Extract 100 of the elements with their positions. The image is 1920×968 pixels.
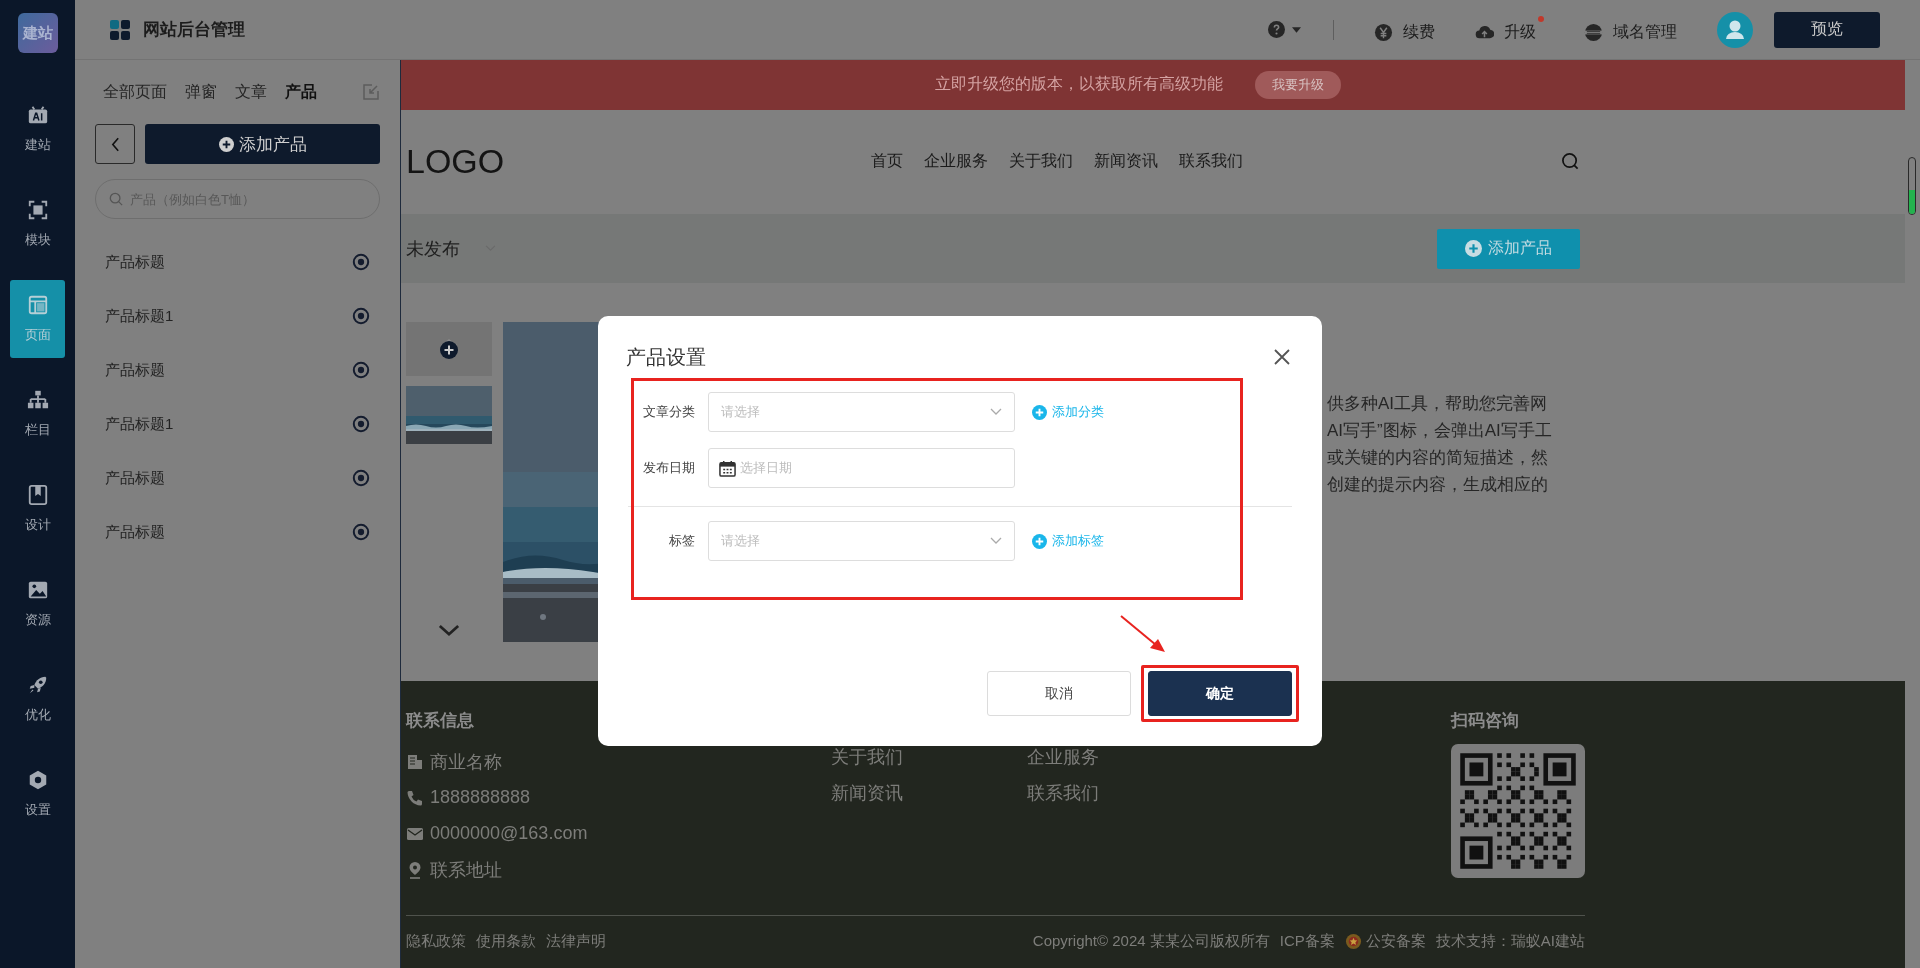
mail-icon — [406, 825, 424, 843]
description-text: 供多种AI工具，帮助您完善网 — [1327, 393, 1549, 416]
contact-text: 联系地址 — [430, 859, 502, 882]
app-logo: 建站 — [17, 13, 58, 53]
site-nav-link[interactable]: 联系我们 — [1179, 151, 1243, 173]
avatar-icon[interactable] — [1717, 11, 1753, 48]
target-icon[interactable] — [352, 523, 370, 541]
app-title: 网站后台管理 — [143, 19, 245, 41]
add-link[interactable]: 添加标签 — [1032, 532, 1104, 550]
caret-icon — [1292, 26, 1301, 33]
phone-icon — [406, 789, 424, 807]
sidebar-item[interactable]: 建站 — [10, 90, 65, 168]
police-badge-icon — [1344, 933, 1362, 951]
search-icon[interactable] — [1561, 152, 1580, 172]
tab[interactable]: 全部页面 — [103, 81, 167, 103]
upgrade-button[interactable]: 我要升级 — [1255, 70, 1341, 99]
contact-text: 商业名称 — [430, 751, 502, 774]
cancel-button[interactable]: 取消 — [987, 671, 1131, 716]
legal-link[interactable]: 使用条款 — [476, 932, 536, 952]
sidebar-item[interactable]: 页面 — [10, 280, 65, 358]
toolbar-link[interactable]: 域名管理 — [1584, 16, 1677, 43]
footer-link[interactable]: 新闻资讯 — [831, 781, 1027, 805]
footer-link[interactable]: 关于我们 — [831, 745, 1027, 769]
add-product-button[interactable]: 添加产品 — [145, 124, 380, 164]
tab[interactable]: 产品 — [285, 81, 317, 103]
site-nav-link[interactable]: 企业服务 — [924, 151, 988, 173]
help-menu[interactable] — [1268, 21, 1301, 38]
target-icon[interactable] — [352, 307, 370, 325]
plus-icon — [1032, 404, 1047, 420]
building-icon — [406, 753, 424, 771]
preview-button[interactable]: 预览 — [1774, 11, 1880, 48]
toolbar-link[interactable]: 升级 — [1475, 16, 1544, 43]
scrollbar[interactable] — [1905, 60, 1920, 968]
sidebar-item[interactable]: 优化 — [10, 660, 65, 738]
sidebar-item[interactable]: 设置 — [10, 755, 65, 833]
chip-icon — [26, 104, 49, 126]
product-item[interactable]: 产品标题 — [105, 252, 165, 272]
add-product-button[interactable]: 添加产品 — [1437, 228, 1580, 269]
icp-link[interactable]: ICP备案 — [1279, 932, 1335, 952]
grid-icon — [110, 19, 130, 40]
chevron-left-icon — [110, 136, 120, 152]
police-record-link[interactable]: 公安备案 — [1365, 932, 1426, 952]
back-button[interactable] — [95, 124, 135, 164]
frame-icon — [26, 199, 49, 221]
dialog-title: 产品设置 — [626, 344, 706, 370]
banner-text: 立即升级您的版本，以获取所有高级功能 — [935, 74, 1223, 95]
field-label: 文章分类 — [642, 403, 695, 421]
site-nav-link[interactable]: 新闻资讯 — [1094, 151, 1158, 173]
layout-icon — [26, 294, 49, 316]
description-text: 或关键的内容的简短描述，然 — [1327, 447, 1549, 470]
sidebar-item[interactable]: 设计 — [10, 470, 65, 548]
product-item[interactable]: 产品标题 — [105, 360, 165, 380]
product-item[interactable]: 产品标题1 — [105, 414, 174, 434]
image-icon — [26, 579, 49, 601]
help-icon — [1268, 21, 1285, 38]
tab[interactable]: 文章 — [235, 81, 267, 103]
footer-link[interactable]: 企业服务 — [1027, 745, 1223, 769]
chevron-down-icon — [990, 408, 1002, 416]
add-image-tile[interactable] — [406, 322, 492, 377]
add-icon — [438, 337, 460, 362]
tab[interactable]: 弹窗 — [185, 81, 217, 103]
description-text: AI写手”图标，会弹出AI写手工 — [1327, 420, 1552, 443]
product-item[interactable]: 产品标题1 — [105, 306, 174, 326]
notification-dot — [1538, 16, 1544, 22]
search-icon — [109, 192, 123, 206]
plus-icon — [1032, 533, 1047, 549]
add-link[interactable]: 添加分类 — [1032, 403, 1104, 421]
target-icon[interactable] — [352, 415, 370, 433]
chevron-down-icon[interactable] — [438, 624, 460, 638]
footer-heading: 联系信息 — [406, 710, 475, 732]
legal-link[interactable]: 法律声明 — [546, 932, 606, 952]
contact-text: 1888888888 — [430, 787, 531, 809]
field-label: 发布日期 — [642, 459, 695, 477]
chevron-down-icon — [990, 537, 1002, 545]
site-nav-link[interactable]: 关于我们 — [1009, 151, 1073, 173]
target-icon[interactable] — [352, 469, 370, 487]
plus-icon — [218, 136, 234, 152]
status-dropdown[interactable]: 未发布 — [406, 236, 496, 261]
sidebar-item[interactable]: 模块 — [10, 185, 65, 263]
footer-link[interactable]: 联系我们 — [1027, 781, 1223, 805]
site-logo: LOGO — [406, 142, 506, 182]
calendar-icon — [719, 459, 736, 477]
support-text: 技术支持：瑞蚁AI建站 — [1435, 932, 1585, 952]
confirm-button[interactable]: 确定 — [1148, 671, 1292, 716]
product-item[interactable]: 产品标题 — [105, 468, 165, 488]
toolbar-link[interactable]: 续费 — [1374, 16, 1435, 43]
product-item[interactable]: 产品标题 — [105, 522, 165, 542]
field-label: 标签 — [668, 532, 695, 550]
close-icon[interactable] — [1274, 349, 1290, 365]
description-text: 创建的提示内容，生成相应的 — [1327, 474, 1549, 497]
target-icon[interactable] — [352, 253, 370, 271]
target-icon[interactable] — [352, 361, 370, 379]
bookmark-icon — [26, 484, 49, 506]
sidebar-item[interactable]: 资源 — [10, 565, 65, 643]
legal-link[interactable]: 隐私政策 — [406, 932, 466, 952]
footer-heading: 扫码咨询 — [1451, 710, 1520, 732]
sidebar-item[interactable]: 栏目 — [10, 375, 65, 453]
yen-icon — [1374, 23, 1393, 42]
site-nav-link[interactable]: 首页 — [871, 151, 903, 173]
plus-icon — [1465, 240, 1482, 258]
